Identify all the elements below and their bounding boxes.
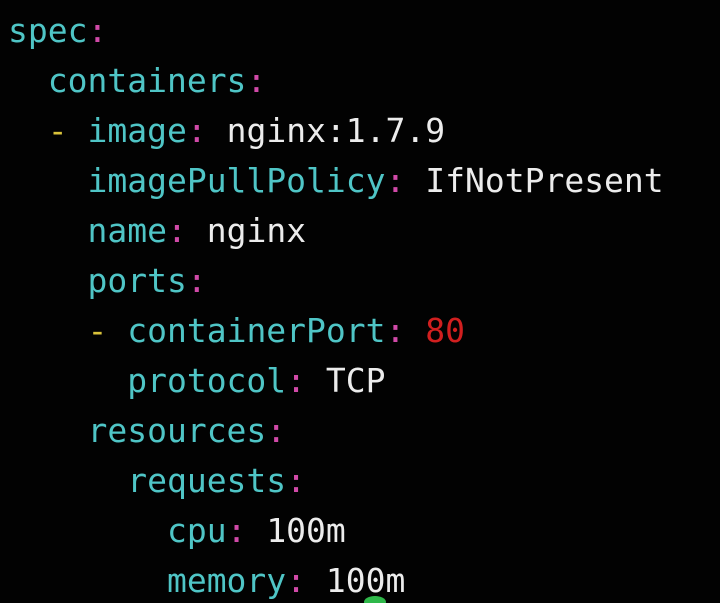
terminal-editor[interactable]: spec: containers: - image: nginx:1.7.9 i… bbox=[0, 0, 720, 603]
yaml-colon: : bbox=[286, 561, 307, 600]
yaml-number-value: 80 bbox=[425, 311, 466, 350]
code-line: containers: bbox=[8, 56, 267, 106]
yaml-colon: : bbox=[186, 261, 207, 300]
code-line: name: nginx bbox=[8, 206, 306, 256]
yaml-colon: : bbox=[166, 211, 187, 250]
yaml-key: spec bbox=[8, 11, 88, 50]
yaml-key: protocol bbox=[127, 361, 287, 400]
yaml-colon: : bbox=[286, 461, 307, 500]
yaml-colon: : bbox=[385, 311, 406, 350]
yaml-value: nginx:1.7.9 bbox=[226, 111, 446, 150]
yaml-key: cpu bbox=[166, 511, 227, 550]
yaml-key: memory bbox=[166, 561, 287, 600]
code-line: imagePullPolicy: IfNotPresent bbox=[8, 156, 664, 206]
yaml-key: imagePullPolicy bbox=[87, 161, 386, 200]
yaml-value: IfNotPresent bbox=[425, 161, 664, 200]
code-line: resources: bbox=[8, 406, 286, 456]
code-line: - containerPort: 80 bbox=[8, 306, 465, 356]
yaml-key: ports bbox=[87, 261, 187, 300]
yaml-colon: : bbox=[286, 361, 307, 400]
cursor-indicator bbox=[364, 596, 386, 603]
code-line: protocol: TCP bbox=[8, 356, 386, 406]
code-line: cpu: 100m bbox=[8, 506, 346, 556]
yaml-colon: : bbox=[385, 161, 406, 200]
code-line: memory: 100m bbox=[8, 556, 405, 603]
yaml-value: nginx bbox=[206, 211, 307, 250]
yaml-key: requests bbox=[127, 461, 287, 500]
yaml-value: 100m bbox=[266, 511, 346, 550]
yaml-key: image bbox=[87, 111, 187, 150]
code-line: spec: bbox=[8, 6, 107, 56]
yaml-key: name bbox=[87, 211, 167, 250]
code-line: ports: bbox=[8, 256, 207, 306]
yaml-colon: : bbox=[87, 11, 108, 50]
yaml-key: resources bbox=[87, 411, 267, 450]
list-dash: - bbox=[87, 311, 128, 350]
yaml-colon: : bbox=[186, 111, 207, 150]
list-dash: - bbox=[47, 111, 88, 150]
code-line: - image: nginx:1.7.9 bbox=[8, 106, 445, 156]
yaml-key: containers bbox=[47, 61, 247, 100]
yaml-value: TCP bbox=[325, 361, 386, 400]
yaml-value: 100m bbox=[325, 561, 406, 600]
code-line: requests: bbox=[8, 456, 306, 506]
yaml-colon: : bbox=[266, 411, 287, 450]
yaml-key: containerPort bbox=[127, 311, 386, 350]
yaml-colon: : bbox=[226, 511, 247, 550]
yaml-colon: : bbox=[246, 61, 267, 100]
